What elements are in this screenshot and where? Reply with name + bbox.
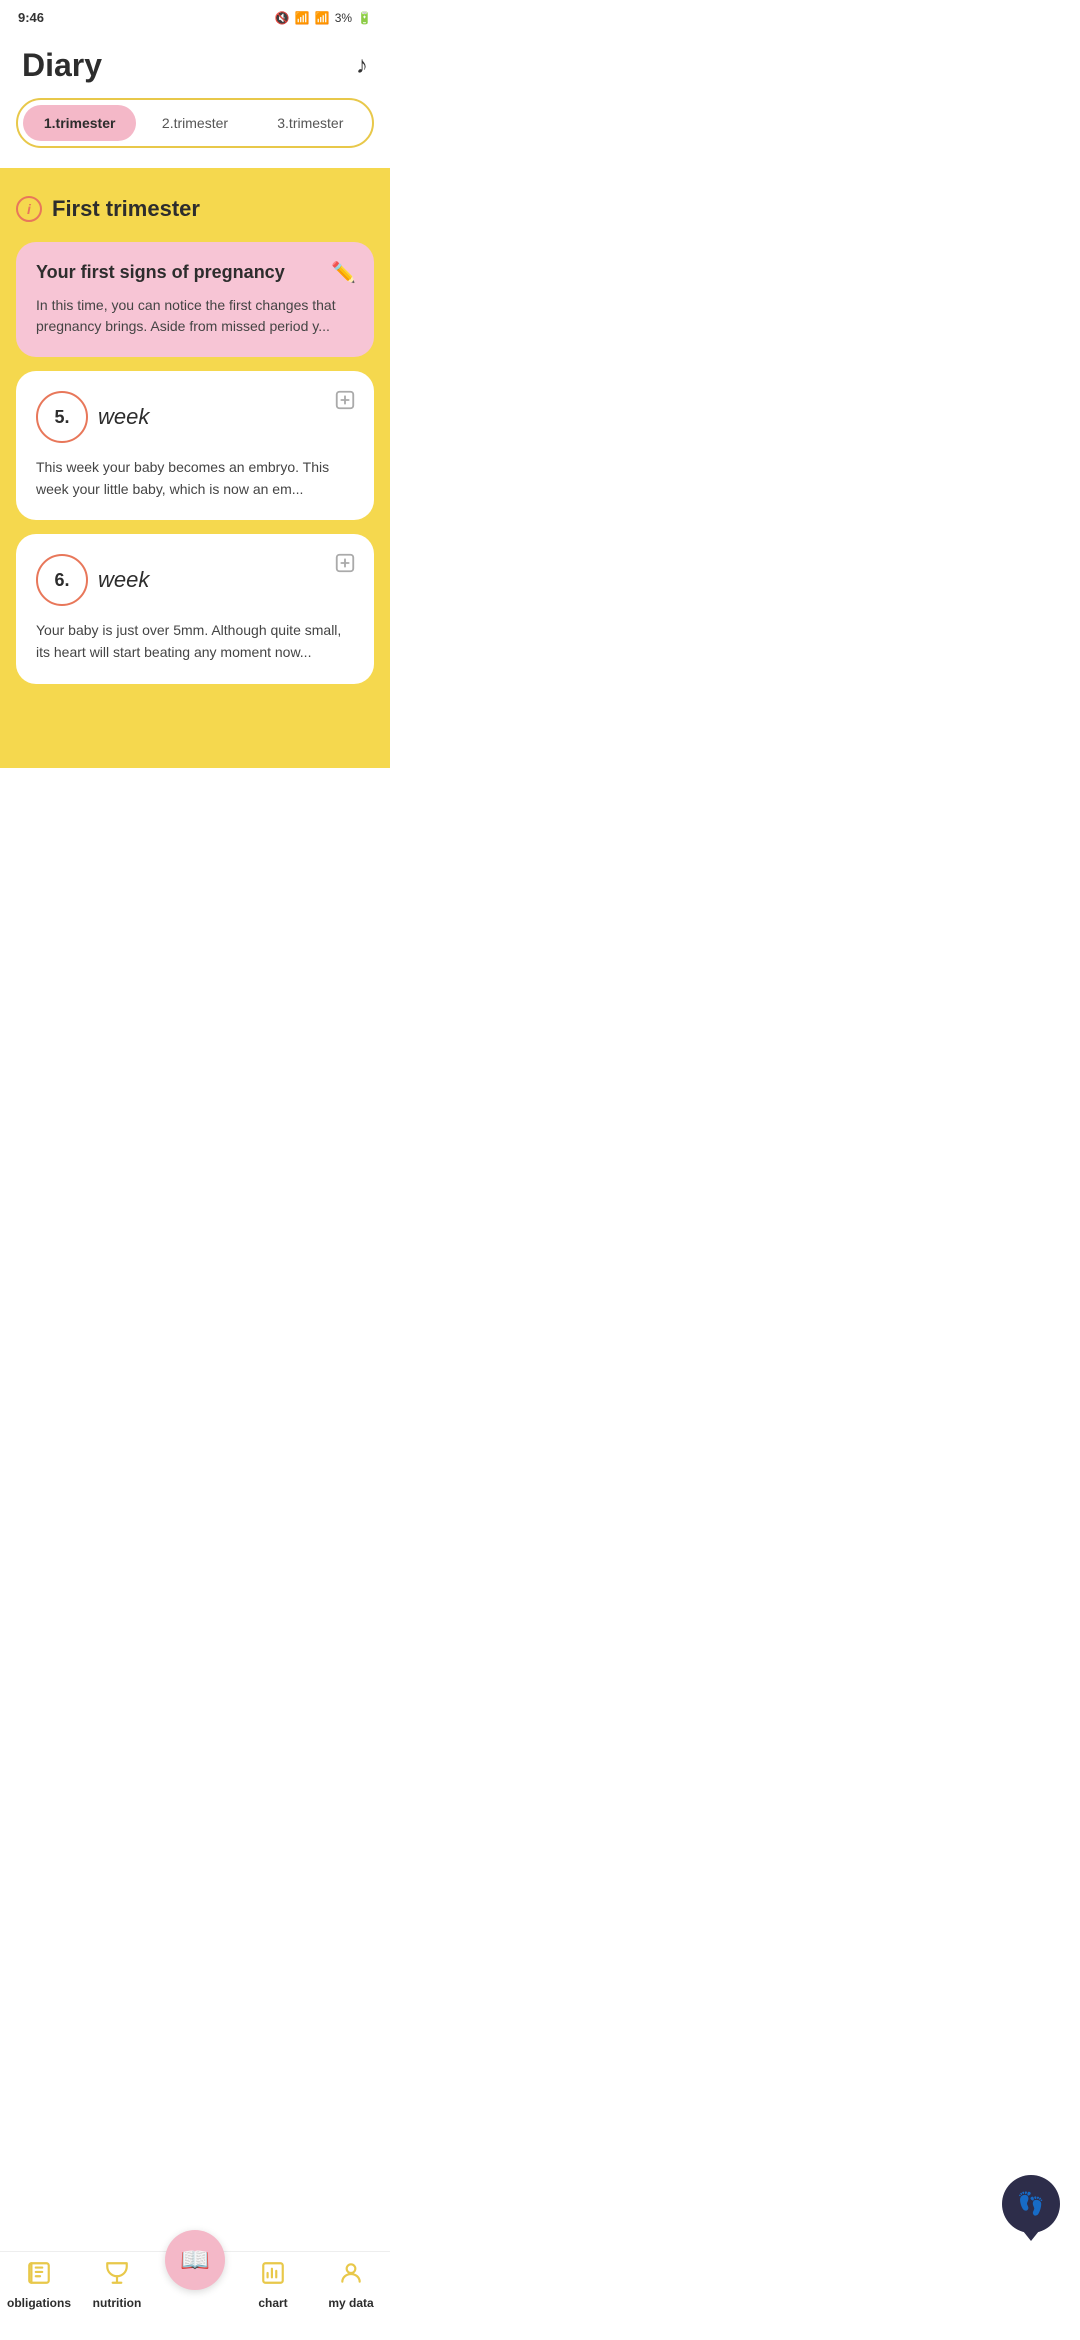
- nav-diary[interactable]: 📖: [156, 2230, 234, 2290]
- pink-card-text: In this time, you can notice the first c…: [36, 295, 354, 337]
- page-title: Diary: [22, 47, 102, 84]
- header: Diary ♪: [0, 31, 390, 98]
- week-card-6-text: Your baby is just over 5mm. Although qui…: [36, 620, 354, 663]
- battery-icon: 🔋: [357, 11, 372, 25]
- battery-text: 3%: [335, 11, 352, 25]
- my-data-label: my data: [328, 2296, 373, 2310]
- pink-card-edit-icon[interactable]: ✏️: [331, 260, 356, 285]
- mute-icon: 🔇: [275, 11, 290, 25]
- tab-1-trimester[interactable]: 1.trimester: [23, 105, 136, 141]
- nav-nutrition[interactable]: nutrition: [78, 2260, 156, 2310]
- my-data-icon: [338, 2260, 364, 2292]
- week-card-6[interactable]: 6. week Your baby is just over 5mm. Alth…: [16, 534, 374, 683]
- diary-center-button[interactable]: 📖: [165, 2230, 225, 2290]
- balloon-bubble: 👣: [1002, 2175, 1060, 2233]
- status-bar: 9:46 🔇 📶 📶 3% 🔋: [0, 0, 390, 31]
- wifi-icon: 📶: [295, 11, 310, 25]
- tab-3-trimester[interactable]: 3.trimester: [254, 105, 367, 141]
- week-card-5[interactable]: 5. week This week your baby becomes an e…: [16, 371, 374, 520]
- week-header-6: 6. week: [36, 554, 354, 606]
- chart-label: chart: [258, 2296, 287, 2310]
- chart-icon: [260, 2260, 286, 2292]
- nutrition-icon: [104, 2260, 130, 2292]
- bottom-nav: obligations nutrition 📖 chart: [0, 2251, 390, 2340]
- section-title: First trimester: [52, 196, 200, 222]
- main-content: i First trimester Your first signs of pr…: [0, 168, 390, 768]
- week-card-5-edit-icon[interactable]: [334, 389, 356, 417]
- obligations-icon: [26, 2260, 52, 2292]
- nav-chart[interactable]: chart: [234, 2260, 312, 2310]
- nav-my-data[interactable]: my data: [312, 2260, 390, 2310]
- week-card-5-text: This week your baby becomes an embryo. T…: [36, 457, 354, 500]
- status-time: 9:46: [18, 10, 44, 25]
- week-label-5: week: [98, 404, 149, 430]
- week-label-6: week: [98, 567, 149, 593]
- nav-obligations[interactable]: obligations: [0, 2260, 78, 2310]
- baby-feet-icon: 👣: [1017, 2191, 1044, 2217]
- floating-baby-button[interactable]: 👣: [1002, 2175, 1060, 2240]
- section-header: i First trimester: [16, 196, 374, 222]
- nutrition-label: nutrition: [93, 2296, 142, 2310]
- trimester-tabs: 1.trimester 2.trimester 3.trimester: [16, 98, 374, 148]
- obligations-label: obligations: [7, 2296, 71, 2310]
- tab-2-trimester[interactable]: 2.trimester: [138, 105, 251, 141]
- signal-icon: 📶: [315, 11, 330, 25]
- info-icon: i: [16, 196, 42, 222]
- pink-card-title: Your first signs of pregnancy: [36, 262, 354, 283]
- pink-card[interactable]: Your first signs of pregnancy In this ti…: [16, 242, 374, 357]
- music-icon[interactable]: ♪: [356, 52, 368, 80]
- trimester-tabs-container: 1.trimester 2.trimester 3.trimester: [0, 98, 390, 168]
- week-number-6: 6.: [36, 554, 88, 606]
- week-header-5: 5. week: [36, 391, 354, 443]
- diary-icon: 📖: [180, 2246, 210, 2275]
- week-card-6-edit-icon[interactable]: [334, 552, 356, 580]
- status-right: 🔇 📶 📶 3% 🔋: [275, 11, 372, 25]
- week-number-5: 5.: [36, 391, 88, 443]
